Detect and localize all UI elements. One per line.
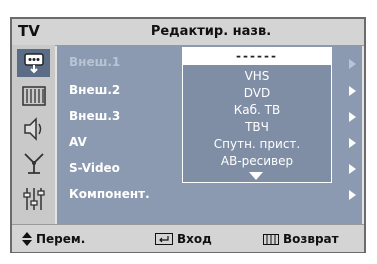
hint-enter: Вход [155, 232, 212, 246]
name-dropdown[interactable]: ------ VHS DVD Каб. ТВ ТВЧ Спутн. прист.… [182, 47, 332, 183]
enter-icon [155, 233, 173, 245]
tv-label: TV [18, 22, 40, 40]
hint-return: Возврат [263, 232, 339, 246]
hint-move-label: Перем. [36, 232, 86, 246]
menu-item-ext3[interactable]: Внеш.3 [69, 109, 120, 123]
setup-icon[interactable] [17, 185, 50, 213]
menu-header: TV Редактир. назв. [12, 19, 364, 46]
dropdown-option[interactable]: АВ-ресивер [183, 154, 331, 169]
menu-item-component[interactable]: Компонент. [69, 187, 150, 201]
up-down-icon [22, 232, 32, 246]
chevron-right-icon [349, 112, 356, 122]
dropdown-option[interactable]: Спутн. прист. [183, 137, 331, 152]
input-icon[interactable] [17, 49, 50, 77]
chevron-right-icon [349, 164, 356, 174]
tv-menu-frame: TV Редактир. назв. Внеш.1 Внеш.2 Внеш.3 … [10, 17, 366, 253]
chevron-right-icon [349, 86, 356, 96]
dropdown-selected-option[interactable]: ------ [183, 48, 331, 65]
dropdown-option[interactable]: ТВЧ [183, 120, 331, 135]
menu-item-ext2[interactable]: Внеш.2 [69, 83, 120, 97]
channel-icon[interactable] [17, 149, 50, 177]
menu-item-av[interactable]: AV [69, 135, 87, 149]
dropdown-option[interactable]: Каб. ТВ [183, 103, 331, 118]
menu-icon [263, 233, 279, 245]
menu-title: Редактир. назв. [150, 24, 272, 39]
menu-item-svideo[interactable]: S-Video [69, 161, 120, 175]
hint-move: Перем. [22, 232, 85, 246]
scroll-down-icon[interactable] [249, 172, 263, 180]
sound-icon[interactable] [17, 115, 50, 143]
dropdown-option[interactable]: VHS [183, 69, 331, 84]
chevron-right-icon [349, 190, 356, 200]
hint-bar: Перем. Вход Возврат [12, 224, 364, 252]
chevron-right-icon [349, 59, 356, 69]
hint-enter-label: Вход [177, 232, 212, 246]
chevron-right-icon [349, 138, 356, 148]
menu-panel: Внеш.1 Внеш.2 Внеш.3 AV S-Video Компонен… [57, 45, 362, 224]
dropdown-option[interactable]: DVD [183, 86, 331, 101]
hint-return-label: Возврат [283, 232, 339, 246]
picture-icon[interactable] [17, 82, 50, 110]
menu-item-ext1[interactable]: Внеш.1 [69, 55, 120, 69]
sidebar [12, 45, 55, 224]
